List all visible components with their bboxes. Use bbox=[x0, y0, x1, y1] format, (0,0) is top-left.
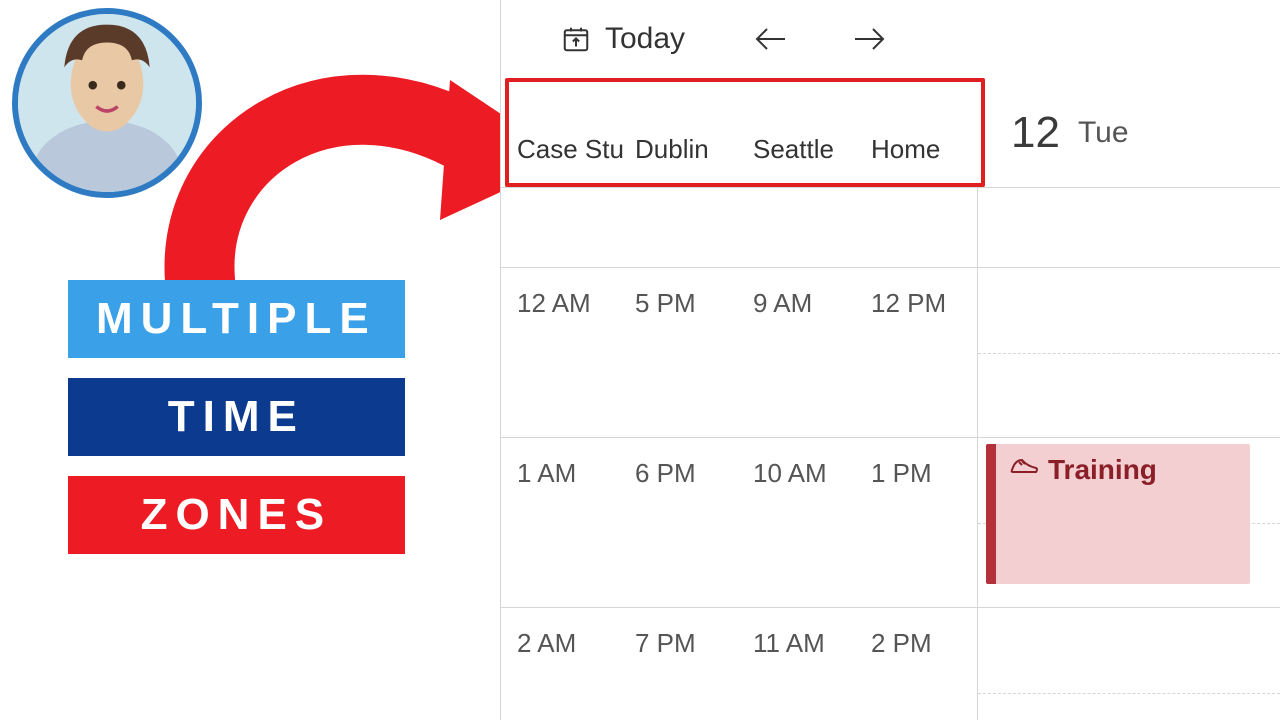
event-column[interactable]: Training bbox=[978, 438, 1280, 607]
shoe-icon bbox=[1010, 454, 1038, 482]
calendar-toolbar: Today bbox=[501, 0, 1280, 78]
timezone-label: Dublin bbox=[627, 134, 745, 183]
presenter-avatar bbox=[12, 8, 202, 198]
hour-row[interactable] bbox=[501, 188, 1280, 268]
time-cell: 11 AM bbox=[741, 608, 859, 720]
today-label: Today bbox=[605, 22, 685, 56]
time-cell bbox=[859, 188, 977, 267]
calendar-panel: Today Case Stu Dublin Seattle Home bbox=[500, 0, 1280, 720]
title-word-3: ZONES bbox=[68, 476, 405, 554]
time-cell: 2 AM bbox=[505, 608, 623, 720]
time-cell bbox=[741, 188, 859, 267]
time-cell bbox=[623, 188, 741, 267]
day-name: Tue bbox=[1078, 116, 1129, 150]
calendar-today-icon bbox=[561, 24, 591, 54]
time-cell: 5 PM bbox=[623, 268, 741, 437]
title-stack: MULTIPLE TIME ZONES bbox=[68, 280, 405, 554]
time-cell: 12 PM bbox=[859, 268, 977, 437]
title-word-1: MULTIPLE bbox=[68, 280, 405, 358]
time-cell: 2 PM bbox=[859, 608, 977, 720]
day-number: 12 bbox=[1011, 108, 1060, 158]
prev-arrow[interactable] bbox=[753, 25, 793, 53]
time-cell bbox=[505, 188, 623, 267]
hour-row[interactable]: 12 AM 5 PM 9 AM 12 PM bbox=[501, 268, 1280, 438]
time-cell: 9 AM bbox=[741, 268, 859, 437]
hour-row[interactable]: 1 AM 6 PM 10 AM 1 PM Training bbox=[501, 438, 1280, 608]
calendar-grid[interactable]: 12 AM 5 PM 9 AM 12 PM 1 AM 6 PM 10 AM 1 … bbox=[501, 188, 1280, 720]
time-cell: 1 AM bbox=[505, 438, 623, 607]
time-cell: 10 AM bbox=[741, 438, 859, 607]
timezone-header-row: Case Stu Dublin Seattle Home 12 Tue bbox=[501, 78, 1280, 188]
event-column[interactable] bbox=[978, 608, 1280, 720]
time-cell: 6 PM bbox=[623, 438, 741, 607]
today-button[interactable]: Today bbox=[561, 22, 685, 56]
day-header[interactable]: 12 Tue bbox=[985, 78, 1280, 187]
time-cell: 7 PM bbox=[623, 608, 741, 720]
timezone-labels-box: Case Stu Dublin Seattle Home bbox=[505, 78, 985, 187]
timezone-label: Case Stu bbox=[509, 134, 627, 183]
title-word-2: TIME bbox=[68, 378, 405, 456]
time-cell: 1 PM bbox=[859, 438, 977, 607]
hour-row[interactable]: 2 AM 7 PM 11 AM 2 PM bbox=[501, 608, 1280, 720]
time-cell: 12 AM bbox=[505, 268, 623, 437]
timezone-label: Home bbox=[863, 134, 981, 183]
event-column[interactable] bbox=[978, 188, 1280, 267]
thumbnail-overlay: MULTIPLE TIME ZONES bbox=[0, 0, 500, 720]
event-title: Training bbox=[1048, 454, 1157, 486]
timezone-label: Seattle bbox=[745, 134, 863, 183]
calendar-event[interactable]: Training bbox=[986, 444, 1250, 584]
next-arrow[interactable] bbox=[853, 25, 893, 53]
event-column[interactable] bbox=[978, 268, 1280, 437]
